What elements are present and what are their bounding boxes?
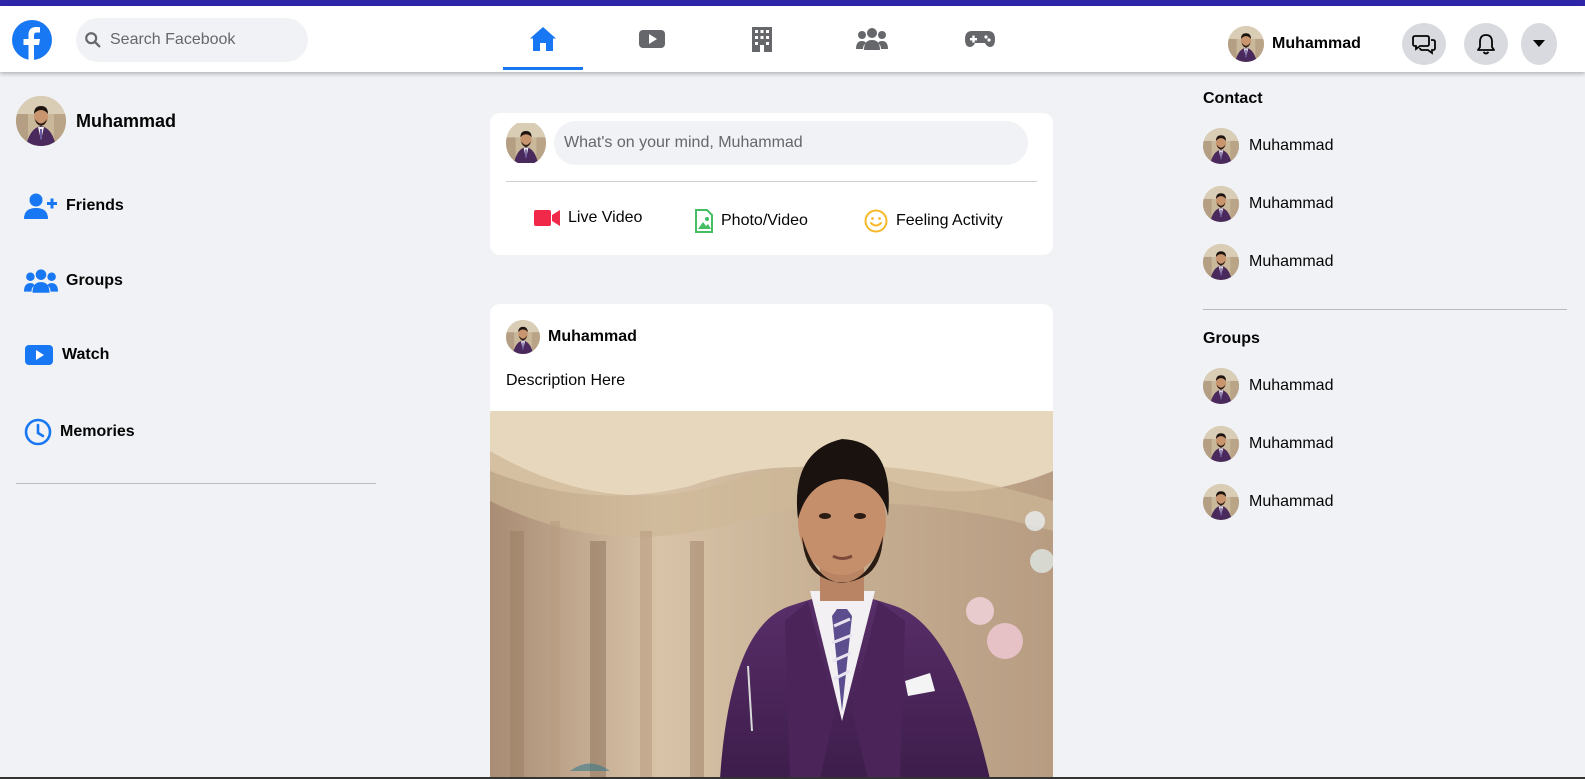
caret-down-icon — [1533, 40, 1545, 47]
sidebar-item-groups[interactable]: Groups — [24, 268, 123, 294]
bell-icon — [1477, 34, 1495, 55]
video-icon — [639, 30, 665, 48]
post-author: Muhammad — [548, 328, 637, 345]
search-input[interactable] — [110, 31, 290, 49]
groups-icon — [24, 269, 58, 293]
search-icon — [85, 32, 101, 48]
profile-chip[interactable]: Muhammad — [1228, 26, 1361, 62]
clock-icon — [24, 418, 52, 446]
user-name: Muhammad — [1272, 35, 1361, 52]
feeling-activity-button[interactable]: Feeling Activity — [864, 209, 1003, 233]
group-item[interactable]: Muhammad — [1203, 426, 1333, 462]
avatar — [506, 121, 546, 165]
sidebar-profile[interactable]: Muhammad — [16, 96, 376, 146]
notifications-button[interactable] — [1464, 23, 1508, 65]
chat-icon — [1412, 35, 1436, 55]
home-icon — [530, 27, 556, 51]
action-label: Feeling Activity — [896, 212, 1003, 229]
contact-name: Muhammad — [1249, 137, 1334, 154]
sidebar-divider — [16, 483, 376, 484]
contact-name: Muhammad — [1249, 253, 1334, 270]
group-name: Muhammad — [1249, 435, 1334, 452]
left-sidebar: Muhammad Friends Groups Watch Memories — [16, 96, 376, 484]
rightbar-divider — [1203, 309, 1567, 310]
groups-icon — [856, 28, 888, 50]
smiley-icon — [864, 209, 888, 233]
photo-icon — [695, 209, 713, 233]
tab-marketplace[interactable] — [722, 6, 802, 72]
live-video-button[interactable]: Live Video — [534, 209, 642, 227]
watch-icon — [25, 345, 53, 365]
tab-home[interactable] — [503, 6, 583, 72]
account-menu-button[interactable] — [1521, 23, 1557, 65]
group-item[interactable]: Muhammad — [1203, 484, 1333, 520]
tab-groups[interactable] — [832, 6, 912, 72]
groups-title: Groups — [1203, 330, 1260, 347]
post-photo[interactable] — [490, 411, 1053, 779]
avatar — [506, 320, 540, 354]
contact-item[interactable]: Muhammad — [1203, 244, 1333, 280]
tab-gaming[interactable] — [940, 6, 1020, 72]
contact-item[interactable]: Muhammad — [1203, 128, 1333, 164]
photo-video-button[interactable]: Photo/Video — [695, 209, 808, 233]
avatar — [1203, 484, 1239, 520]
sidebar-item-watch[interactable]: Watch — [24, 344, 109, 366]
contact-name: Muhammad — [1249, 195, 1334, 212]
messenger-button[interactable] — [1402, 23, 1446, 65]
avatar — [1203, 426, 1239, 462]
contact-item[interactable]: Muhammad — [1203, 186, 1333, 222]
video-camera-icon — [534, 210, 560, 226]
avatar — [1203, 244, 1239, 280]
building-icon — [752, 27, 772, 52]
sidebar-item-label: Watch — [62, 346, 110, 363]
sidebar-item-label: Groups — [66, 272, 123, 289]
composer-divider — [506, 181, 1037, 182]
gamepad-icon — [965, 31, 995, 47]
sidebar-item-label: Memories — [60, 423, 135, 440]
post-description: Description Here — [506, 372, 626, 389]
search-box[interactable] — [76, 18, 308, 62]
feed-post: Muhammad Description Here — [490, 304, 1053, 779]
avatar — [1203, 186, 1239, 222]
tab-watch[interactable] — [612, 6, 692, 72]
status-input[interactable]: What's on your mind, Muhammad — [554, 121, 1028, 165]
facebook-logo-icon[interactable] — [12, 20, 52, 60]
group-name: Muhammad — [1249, 377, 1334, 394]
post-composer: What's on your mind, Muhammad Live Video… — [490, 113, 1053, 255]
sidebar-item-memories[interactable]: Memories — [24, 418, 135, 446]
sidebar-item-label: Friends — [66, 197, 124, 214]
avatar — [1228, 26, 1264, 62]
top-navbar: Muhammad — [0, 6, 1585, 72]
contact-title: Contact — [1203, 90, 1263, 107]
group-item[interactable]: Muhammad — [1203, 368, 1333, 404]
add-friend-icon — [24, 193, 57, 219]
avatar — [16, 96, 66, 146]
sidebar-item-friends[interactable]: Friends — [24, 192, 124, 220]
sidebar-profile-name: Muhammad — [76, 110, 177, 131]
avatar — [1203, 128, 1239, 164]
action-label: Live Video — [568, 209, 643, 226]
action-label: Photo/Video — [721, 212, 808, 229]
group-name: Muhammad — [1249, 493, 1334, 510]
post-header[interactable]: Muhammad — [506, 320, 637, 354]
avatar — [1203, 368, 1239, 404]
